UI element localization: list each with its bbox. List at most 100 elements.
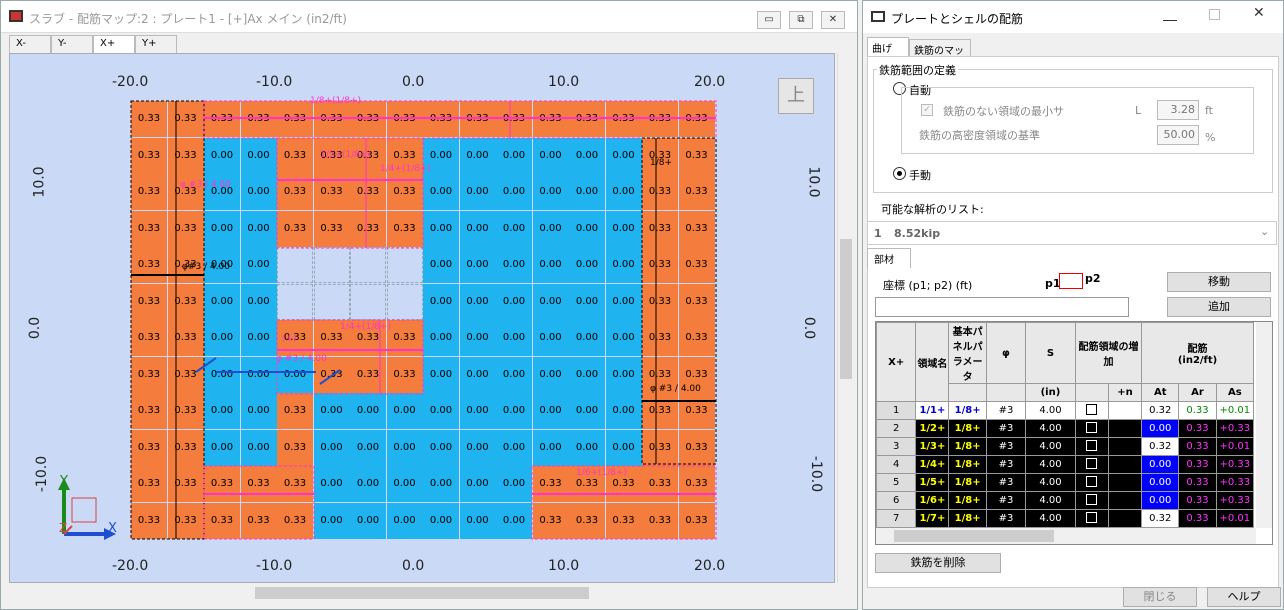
delete-rebar-button[interactable]: 鉄筋を削除 (875, 553, 1001, 573)
table-row[interactable]: 3 1/3+ 1/8+ #3 4.00 0.32 0.33 +0.01 (876, 437, 1255, 456)
row-increase-checkbox[interactable] (1074, 437, 1109, 456)
row-increase-checkbox[interactable] (1074, 473, 1109, 492)
map-viewport[interactable]: -20.0 -10.0 0.0 10.0 20.0 -20.0 -10.0 0.0 10.0 2… (9, 53, 835, 583)
row-increase-checkbox[interactable] (1074, 455, 1109, 474)
row-at: 0.00 (1141, 455, 1180, 474)
row-plus-n (1107, 509, 1143, 528)
row-as: +0.01 (1215, 401, 1255, 420)
coord-input[interactable] (875, 297, 1129, 317)
rebar-annotation: 1/6+(1/8+) (576, 468, 628, 478)
p1-p2-icon (1059, 273, 1083, 289)
col-subheader-check (1074, 383, 1109, 402)
rebar-overlay (130, 100, 717, 540)
min-region-checkbox[interactable]: ✓ (921, 104, 933, 116)
table-row[interactable]: 5 1/5+ 1/8+ #3 4.00 0.00 0.33 +0.33 (876, 473, 1255, 492)
auto-subgroup (901, 87, 1254, 154)
table-row[interactable]: 2 1/2+ 1/8+ #3 4.00 0.00 0.33 +0.33 (876, 419, 1255, 438)
row-ar: 0.33 (1178, 419, 1217, 438)
analysis-dropdown[interactable]: 1 8.52kip ⌄ (867, 221, 1277, 245)
row-phi: #3 (985, 455, 1027, 474)
row-region: 1/6+ (915, 491, 950, 510)
col-header-region: 領域名 (915, 322, 950, 402)
add-button[interactable]: 追加 (1167, 297, 1271, 317)
table-row[interactable]: 6 1/6+ 1/8+ #3 4.00 0.00 0.33 +0.33 (876, 491, 1255, 510)
density-input[interactable]: 50.00 (1157, 125, 1199, 145)
table-vscroll[interactable] (1256, 322, 1272, 528)
col-header-panel: 基本パネルパラメータ (948, 322, 987, 384)
row-ar: 0.33 (1178, 455, 1217, 474)
row-plus-n (1107, 455, 1143, 474)
restore-button[interactable]: ⧉ (789, 11, 813, 29)
row-at: 0.00 (1141, 419, 1180, 438)
col-subheader-panel (948, 383, 987, 402)
rebar-table: X+ 領域名 基本パネルパラメータ φ S 配筋領域の増加 配筋 (in2/ft)… (876, 322, 1255, 544)
shell-minimize-button[interactable] (1163, 7, 1177, 21)
hscroll-thumb[interactable] (255, 587, 589, 599)
minimize-button[interactable]: ▭ (757, 11, 781, 29)
shell-close-button[interactable]: ✕ (1253, 5, 1265, 21)
tab-y-plus[interactable]: Y+ (135, 35, 177, 53)
tab-bending[interactable]: 曲げ (867, 37, 909, 57)
table-row[interactable]: 7 1/7+ 1/8+ #3 4.00 0.32 0.33 +0.01 (876, 509, 1255, 528)
row-at: 0.00 (1141, 473, 1180, 492)
help-button[interactable]: ヘルプ (1207, 587, 1281, 607)
tab-x-minus[interactable]: X- (9, 35, 51, 53)
density-unit: % (1205, 131, 1216, 144)
row-number: 4 (876, 455, 917, 474)
shell-app-icon (871, 11, 885, 22)
table-row[interactable]: 4 1/4+ 1/8+ #3 4.00 0.00 0.33 +0.33 (876, 455, 1255, 474)
col-header-s: S (1025, 322, 1076, 384)
rebar-annotation: φ #3 / 4.00 (650, 384, 701, 394)
rebar-range-title: 鉄筋範囲の定義 (877, 62, 958, 78)
min-region-unit: ft (1205, 104, 1213, 117)
row-increase-checkbox[interactable] (1074, 491, 1109, 510)
col-header-as: As (1215, 383, 1255, 402)
map-horizontal-scrollbar[interactable] (9, 585, 835, 601)
analysis-list-label: 可能な解析のリスト: (881, 203, 984, 216)
row-s: 4.00 (1025, 419, 1076, 438)
row-as: +0.33 (1215, 491, 1255, 510)
row-increase-checkbox[interactable] (1074, 419, 1109, 438)
row-increase-checkbox[interactable] (1074, 401, 1109, 420)
table-row[interactable]: 1 1/1+ 1/8+ #3 4.00 0.32 0.33 +0.01 (876, 401, 1255, 420)
move-button[interactable]: 移動 (1167, 272, 1271, 292)
axis-z-label: Z (59, 521, 68, 535)
tab-x-plus[interactable]: X+ (93, 35, 135, 54)
rebar-annotation: φ#3 / 4.00 (182, 262, 230, 272)
tab-y-minus[interactable]: Y- (51, 35, 93, 53)
region-outline (203, 100, 717, 139)
region-outline (203, 465, 315, 540)
rebar-annotation: (+) (282, 334, 297, 344)
close-dialog-button[interactable]: 閉じる (1123, 587, 1197, 607)
row-phi: #3 (985, 419, 1027, 438)
table-hscroll-thumb[interactable] (894, 530, 1054, 542)
map-titlebar: スラブ - 配筋マップ:2 : プレート1 - [+]Ax メイン (in2/f… (1, 1, 857, 33)
top-view-button[interactable]: 上 (778, 78, 814, 114)
manual-radio[interactable] (893, 167, 906, 180)
map-vertical-scrollbar[interactable] (837, 53, 853, 583)
shell-reinforcement-window: プレートとシェルの配筋 ✕ 曲げ 鉄筋のマップ 鉄筋範囲の定義 自動 ✓ 鉄筋の… (862, 0, 1284, 610)
chevron-down-icon: ⌄ (1260, 225, 1270, 238)
row-ar: 0.33 (1178, 473, 1217, 492)
col-header-increase: 配筋領域の増加 (1074, 322, 1143, 384)
close-button[interactable]: ✕ (821, 11, 845, 29)
row-panel: 1/8+ (948, 509, 987, 528)
tab-member[interactable]: 部材 (867, 248, 911, 268)
rebar-line (195, 357, 217, 373)
row-panel: 1/8+ (948, 401, 987, 420)
row-region: 1/7+ (915, 509, 950, 528)
row-phi: #3 (985, 473, 1027, 492)
shell-maximize-button[interactable] (1209, 9, 1220, 20)
col-subheader-phi (985, 383, 1027, 402)
row-increase-checkbox[interactable] (1074, 509, 1109, 528)
tab-rebar-map[interactable]: 鉄筋のマップ (909, 39, 971, 72)
table-hscroll[interactable] (876, 528, 1256, 544)
analysis-index: 1 (874, 227, 882, 240)
vscroll-thumb[interactable] (840, 239, 852, 379)
row-panel: 1/8+ (948, 437, 987, 456)
min-region-input[interactable]: 3.28 (1157, 100, 1199, 120)
rebar-annotation: 1/8+ (650, 158, 673, 168)
row-number: 5 (876, 473, 917, 492)
row-ar: 0.33 (1178, 491, 1217, 510)
row-number: 2 (876, 419, 917, 438)
